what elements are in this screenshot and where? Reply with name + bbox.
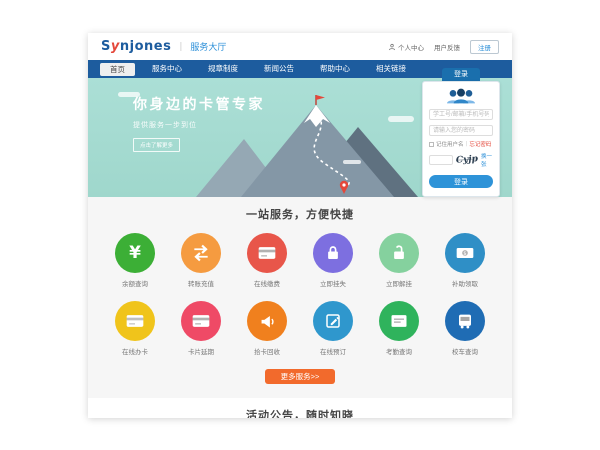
edit-icon [324,312,342,330]
service-label: 在线办卡 [102,346,168,356]
bank-card-icon [191,311,211,331]
logo-divider: | [179,42,182,52]
bus-icon [456,312,474,330]
service-report-loss[interactable]: 立即挂失 [300,233,366,288]
announcements-section: 活动公告，随时知晓 使用指南 最新公告 更多>> 使用指南 更多>> [88,398,512,418]
cloud-shape [343,160,361,164]
service-online-payment[interactable]: 在线缴费 [234,233,300,288]
service-label: 余额查询 [102,278,168,288]
login-tab[interactable]: 登录 [442,68,480,81]
service-found-card-recycle[interactable]: 拾卡回收 [234,301,300,356]
site-name: 服务大厅 [190,40,226,53]
captcha-input[interactable] [429,155,453,165]
service-label: 考勤查询 [366,346,432,356]
personal-center-link[interactable]: 个人中心 [388,42,424,52]
login-panel: 登录 记住用户名 | 忘记密码 Cyjp 换一张 登录 [422,68,500,197]
megaphone-icon [258,312,277,331]
services-section: 一站服务，方便快捷 ¥ 余额查询 转账充值 在线缴费 [88,197,512,398]
lock-icon [324,244,342,262]
service-label: 校车查询 [432,346,498,356]
hero-subtitle: 提供服务一步到位 [133,120,265,130]
service-card-extension[interactable]: 卡片延期 [168,301,234,356]
hero-title: 你身边的卡管专家 [133,94,265,114]
service-online-card-apply[interactable]: 在线办卡 [102,301,168,356]
bank-card-icon [125,311,145,331]
service-label: 拾卡回收 [234,346,300,356]
captcha-refresh-link[interactable]: 换一张 [481,152,493,168]
services-title: 一站服务，方便快捷 [88,206,512,222]
nav-item-service-center[interactable]: 服务中心 [139,60,195,78]
service-balance-inquiry[interactable]: ¥ 余额查询 [102,233,168,288]
service-unfreeze[interactable]: 立即解挂 [366,233,432,288]
service-label: 补助领取 [432,278,498,288]
remember-row: 记住用户名 | 忘记密码 [429,140,493,148]
users-icon [445,88,477,104]
page-container: Synjones | 服务大厅 个人中心 用户反馈 注册 首页 服务中心 规章制… [88,33,512,418]
personal-center-label: 个人中心 [398,42,424,52]
service-transfer-recharge[interactable]: 转账充值 [168,233,234,288]
nav-item-help[interactable]: 帮助中心 [307,60,363,78]
nav-item-links[interactable]: 相关链接 [363,60,419,78]
service-label: 立即解挂 [366,278,432,288]
password-input[interactable] [429,125,493,136]
more-services-button[interactable]: 更多服务>> [265,369,335,384]
user-feedback-link[interactable]: 用户反馈 [434,42,460,52]
remember-checkbox[interactable] [429,142,434,147]
service-attendance-inquiry[interactable]: 考勤查询 [366,301,432,356]
hero-text-block: 你身边的卡管专家 提供服务一步到位 点击了解更多 [133,94,265,152]
yen-icon: ¥ [129,243,141,263]
remember-label: 记住用户名 [436,140,464,148]
top-links: 个人中心 用户反馈 注册 [388,40,499,54]
service-online-booking[interactable]: 在线预订 [300,301,366,356]
site-logo[interactable]: Synjones [101,39,171,54]
cloud-shape [388,116,414,122]
service-label: 卡片延期 [168,346,234,356]
banknote-icon: $ [455,243,475,263]
username-input[interactable] [429,109,493,120]
svg-text:$: $ [463,251,466,257]
service-subsidy-collect[interactable]: $ 补助领取 [432,233,498,288]
service-label: 在线预订 [300,346,366,356]
forgot-password-link[interactable]: 忘记密码 [469,140,491,148]
hero-cta-button[interactable]: 点击了解更多 [133,138,180,152]
user-feedback-label: 用户反馈 [434,42,460,52]
nav-item-rules[interactable]: 规章制度 [195,60,251,78]
captcha-row: Cyjp 换一张 [429,152,493,168]
captcha-image[interactable]: Cyjp [456,154,479,166]
nav-item-news[interactable]: 新闻公告 [251,60,307,78]
attendance-list-icon [389,311,409,331]
bank-card-icon [257,243,277,263]
nav-item-home[interactable]: 首页 [100,63,135,76]
register-button[interactable]: 注册 [470,40,499,54]
separator: | [466,141,468,147]
service-label: 在线缴费 [234,278,300,288]
service-school-bus-inquiry[interactable]: 校车查询 [432,301,498,356]
logo-part: njones [120,39,171,54]
transfer-arrows-icon [191,243,211,263]
services-grid: ¥ 余额查询 转账充值 在线缴费 立即挂失 [102,233,498,356]
logo-accent: y [111,39,120,54]
top-header: Synjones | 服务大厅 个人中心 用户反馈 注册 [88,33,512,60]
logo-part: S [101,39,111,54]
person-icon [388,43,396,51]
unlock-icon [390,244,408,262]
login-submit-button[interactable]: 登录 [429,175,493,188]
login-form: 记住用户名 | 忘记密码 Cyjp 换一张 登录 [422,81,500,197]
service-label: 转账充值 [168,278,234,288]
service-label: 立即挂失 [300,278,366,288]
announcements-title: 活动公告，随时知晓 [88,407,512,418]
